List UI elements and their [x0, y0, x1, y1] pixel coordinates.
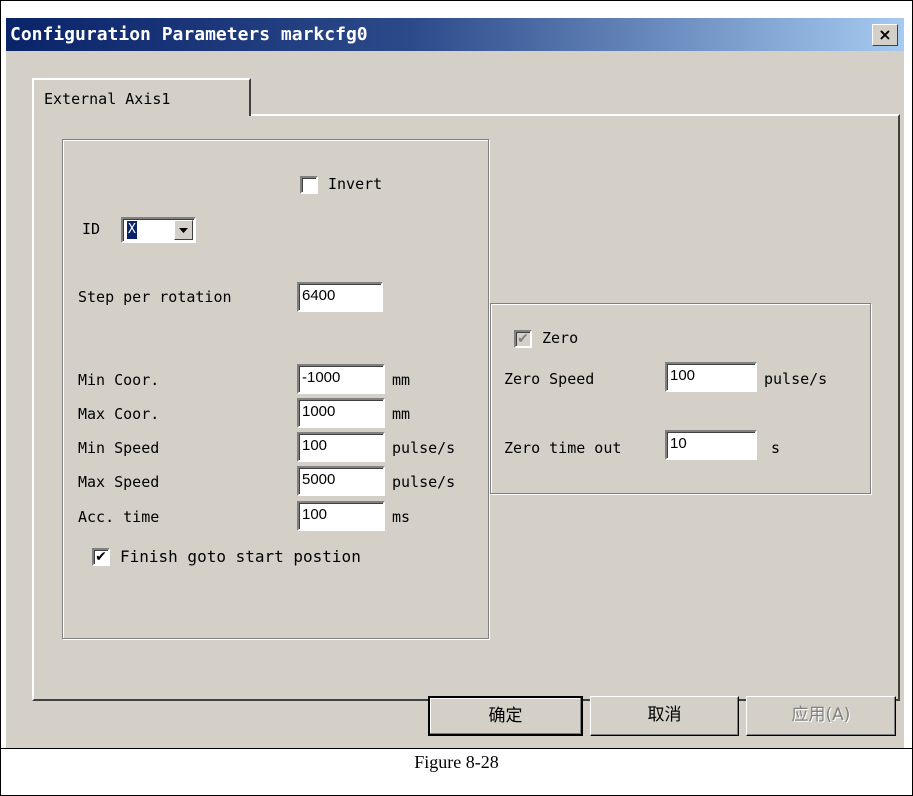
max-coor-unit: mm [392, 405, 411, 423]
config-dialog: Configuration Parameters markcfg0 × Exte… [6, 18, 904, 748]
zero-speed-label: Zero Speed [504, 370, 595, 388]
min-coor-label: Min Coor. [78, 371, 160, 389]
zero-timeout-unit: s [771, 439, 781, 457]
step-per-rotation-input[interactable]: 6400 [297, 282, 383, 312]
min-speed-label: Min Speed [78, 439, 160, 457]
max-coor-label: Max Coor. [78, 405, 160, 423]
zero-timeout-label: Zero time out [504, 439, 622, 457]
zero-speed-unit: pulse/s [764, 370, 828, 388]
step-per-rotation-label: Step per rotation [78, 288, 232, 306]
figure-caption: Figure 8-28 [414, 752, 499, 772]
id-label: ID [82, 220, 101, 238]
zero-speed-input[interactable]: 100 [665, 362, 757, 392]
tab-external-axis1[interactable]: External Axis1 [32, 78, 251, 116]
checkmark-icon: ✔ [95, 549, 107, 565]
zero-label: Zero [542, 329, 579, 347]
acc-time-unit: ms [392, 508, 411, 526]
finish-goto-label: Finish goto start postion [120, 547, 361, 566]
cancel-button[interactable]: 取消 [590, 696, 739, 736]
acc-time-input[interactable]: 100 [297, 501, 385, 531]
zero-timeout-input[interactable]: 10 [665, 430, 757, 460]
finish-goto-checkbox[interactable]: ✔ [92, 548, 110, 566]
title-bar: Configuration Parameters markcfg0 [6, 18, 904, 51]
caption-separator [0, 748, 913, 749]
window-title: Configuration Parameters markcfg0 [10, 24, 368, 45]
close-icon: × [878, 25, 892, 44]
dropdown-triangle-icon [179, 228, 188, 233]
min-coor-input[interactable]: -1000 [297, 364, 385, 394]
id-select-value: X [127, 221, 137, 239]
max-speed-label: Max Speed [78, 473, 160, 491]
max-coor-input[interactable]: 1000 [297, 398, 385, 428]
ok-button[interactable]: 确定 [428, 696, 583, 736]
max-speed-input[interactable]: 5000 [297, 466, 385, 496]
min-speed-unit: pulse/s [392, 439, 456, 457]
min-speed-input[interactable]: 100 [297, 432, 385, 462]
id-select[interactable]: X [121, 217, 196, 243]
max-speed-unit: pulse/s [392, 473, 456, 491]
zero-checkbox[interactable]: ✔ [514, 330, 532, 348]
min-coor-unit: mm [392, 371, 411, 389]
close-button[interactable]: × [872, 24, 898, 46]
tab-label: External Axis1 [44, 90, 171, 108]
checkmark-icon: ✔ [517, 331, 529, 347]
dropdown-arrow-icon[interactable] [174, 220, 193, 240]
invert-label: Invert [328, 175, 383, 193]
invert-checkbox[interactable] [300, 176, 318, 194]
apply-button[interactable]: 应用(A) [746, 696, 896, 736]
acc-time-label: Acc. time [78, 508, 160, 526]
